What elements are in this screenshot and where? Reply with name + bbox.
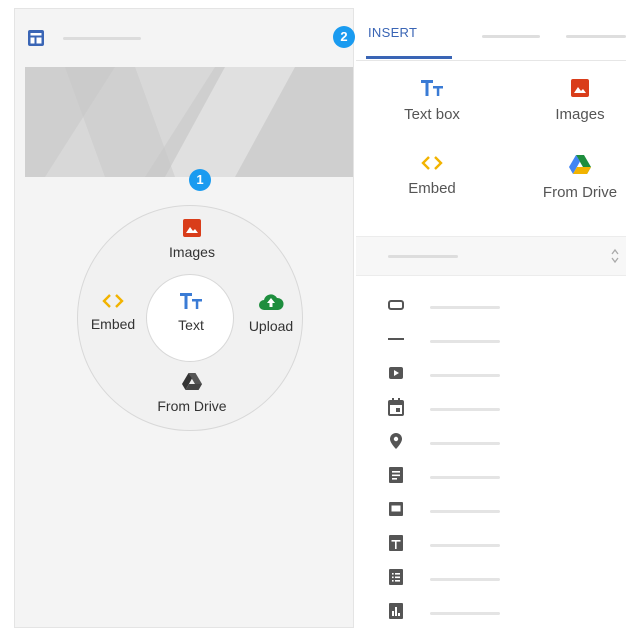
insert-drive-label: From Drive <box>542 184 618 201</box>
wheel-images-button[interactable]: Images <box>152 218 232 260</box>
step-badge-2: 2 <box>333 26 355 48</box>
list-item[interactable] <box>356 500 626 524</box>
wheel-embed-button[interactable]: Embed <box>80 292 146 332</box>
slides-icon <box>389 502 403 516</box>
wheel-upload-button[interactable]: Upload <box>238 292 304 334</box>
wheel-drive-label: From Drive <box>157 398 227 414</box>
forms-icon <box>389 569 403 585</box>
list-item[interactable] <box>356 296 626 320</box>
list-item[interactable] <box>356 330 626 354</box>
section-collapse-bar[interactable] <box>356 236 626 276</box>
insert-sidebar: INSERT Text box Images Embed From Drive <box>356 8 626 630</box>
cloud-upload-icon <box>259 294 284 310</box>
insert-images-label: Images <box>555 106 605 123</box>
tab-insert-indicator <box>366 56 452 59</box>
expand-collapse-icon[interactable] <box>610 247 620 265</box>
insert-embed-label: Embed <box>408 180 456 197</box>
text-icon <box>180 293 202 309</box>
wheel-upload-label: Upload <box>248 318 294 334</box>
embed-icon <box>102 294 124 308</box>
button-icon <box>388 300 404 310</box>
list-item[interactable] <box>356 568 626 592</box>
sheets-icon <box>389 535 403 551</box>
image-icon <box>183 219 201 237</box>
insert-wheel: Images Embed Text Upload From Drive <box>77 205 303 431</box>
text-icon <box>421 80 443 96</box>
divider-icon <box>388 338 404 340</box>
insert-textbox-button[interactable]: Text box <box>386 78 478 123</box>
wheel-text-label: Text <box>178 317 204 333</box>
header-banner[interactable] <box>25 67 353 177</box>
docs-icon <box>389 467 403 483</box>
image-icon <box>571 79 589 97</box>
layout-icon[interactable] <box>27 29 45 47</box>
tab-pages-placeholder[interactable] <box>482 35 540 38</box>
wheel-text-button[interactable]: Text <box>147 291 235 333</box>
site-title-placeholder <box>63 37 141 40</box>
list-item[interactable] <box>356 602 626 626</box>
list-item[interactable] <box>356 466 626 490</box>
list-item[interactable] <box>356 534 626 558</box>
insert-drive-button[interactable]: From Drive <box>532 154 626 201</box>
tab-themes-placeholder[interactable] <box>566 35 626 38</box>
insert-images-button[interactable]: Images <box>534 78 626 123</box>
insert-textbox-label: Text box <box>404 106 460 123</box>
list-item[interactable] <box>356 364 626 388</box>
embed-icon <box>421 156 443 170</box>
charts-icon <box>389 603 403 619</box>
drive-icon <box>569 155 591 174</box>
wheel-images-label: Images <box>169 244 215 260</box>
wheel-embed-label: Embed <box>90 316 136 332</box>
list-item[interactable] <box>356 398 626 422</box>
section-title-placeholder <box>388 255 458 258</box>
sidebar-tabs: INSERT <box>356 8 626 61</box>
wheel-drive-button[interactable]: From Drive <box>142 372 242 414</box>
map-pin-icon <box>390 433 402 449</box>
tab-insert[interactable]: INSERT <box>368 25 417 40</box>
list-item[interactable] <box>356 432 626 456</box>
insert-embed-button[interactable]: Embed <box>386 154 478 197</box>
drive-icon <box>182 373 202 390</box>
page-editor-canvas: 1 Images Embed Text Upload From Drive <box>14 8 354 628</box>
step-badge-1: 1 <box>189 169 211 191</box>
calendar-icon <box>388 398 404 416</box>
wheel-center: Text <box>146 274 234 362</box>
youtube-icon <box>389 367 403 379</box>
